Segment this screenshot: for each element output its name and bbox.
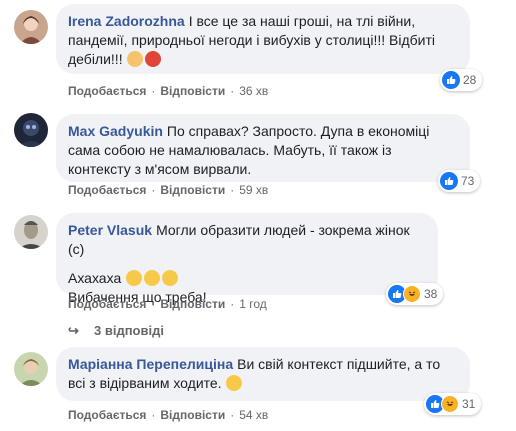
reaction-count[interactable]: 38 bbox=[386, 283, 444, 305]
reply-link[interactable]: Відповісти bbox=[160, 297, 225, 311]
comment-author[interactable]: Маріанна Перепелиціна bbox=[68, 356, 233, 372]
comment-author[interactable]: Irena Zadorozhna bbox=[68, 13, 185, 29]
like-icon bbox=[442, 71, 460, 89]
reply-link[interactable]: Відповісти bbox=[160, 84, 225, 98]
comment-actions: Подобається · Відповісти · 54 хв bbox=[68, 408, 269, 422]
comment-bubble: Irena Zadorozhna І все це за наші гроші, … bbox=[56, 4, 470, 74]
avatar[interactable] bbox=[14, 352, 48, 386]
grinning-face-emoji bbox=[144, 270, 161, 286]
comment-bubble: Max Gadyukin По справах? Запросто. Дупа в… bbox=[56, 114, 470, 182]
like-icon bbox=[440, 172, 458, 190]
comment-actions: Подобається · Відповісти · 36 хв bbox=[68, 84, 269, 98]
like-link[interactable]: Подобається bbox=[68, 183, 146, 197]
avatar[interactable] bbox=[14, 113, 48, 147]
reaction-number: 28 bbox=[463, 73, 477, 87]
grinning-face-emoji bbox=[162, 270, 179, 286]
like-link[interactable]: Подобається bbox=[68, 84, 146, 98]
smiling-face-emoji bbox=[226, 375, 243, 391]
reaction-count[interactable]: 28 bbox=[440, 69, 483, 91]
haha-icon bbox=[403, 285, 421, 303]
like-link[interactable]: Подобається bbox=[68, 297, 146, 311]
comment-time[interactable]: 54 хв bbox=[239, 408, 268, 422]
avatar[interactable] bbox=[14, 215, 48, 249]
woman-facepalm-emoji bbox=[127, 51, 144, 67]
comment-text-line-2: Ахахаха bbox=[68, 270, 122, 286]
reaction-number: 38 bbox=[424, 287, 438, 301]
reply-link[interactable]: Відповісти bbox=[160, 183, 225, 197]
view-replies-label: 3 відповіді bbox=[94, 323, 164, 338]
reaction-count[interactable]: 73 bbox=[438, 170, 481, 192]
reaction-count[interactable]: 31 bbox=[424, 393, 482, 415]
avatar[interactable] bbox=[14, 10, 48, 44]
comment-actions: Подобається · Відповісти · 59 хв bbox=[68, 183, 269, 197]
comment-bubble: Peter Vlasuk Могли образити людей - зокре… bbox=[56, 213, 438, 305]
comment-actions: Подобається · Відповісти · 1 год bbox=[68, 297, 267, 311]
reply-arrow-icon: ↪ bbox=[68, 323, 79, 338]
comment-bubble: Маріанна Перепелиціна Ви свій контекст пі… bbox=[56, 347, 470, 401]
comment-time[interactable]: 1 год bbox=[239, 297, 267, 311]
comment-time[interactable]: 59 хв bbox=[239, 183, 268, 197]
view-replies-link[interactable]: ↪ 3 відповіді bbox=[68, 323, 164, 339]
comment-author[interactable]: Max Gadyukin bbox=[68, 123, 163, 139]
reaction-number: 73 bbox=[461, 174, 475, 188]
reply-link[interactable]: Відповісти bbox=[160, 408, 225, 422]
haha-icon bbox=[441, 395, 459, 413]
like-link[interactable]: Подобається bbox=[68, 408, 146, 422]
comment-time[interactable]: 36 хв bbox=[239, 84, 268, 98]
reaction-number: 31 bbox=[462, 397, 476, 411]
grinning-face-emoji bbox=[126, 270, 143, 286]
comment-author[interactable]: Peter Vlasuk bbox=[68, 222, 152, 238]
angry-face-emoji bbox=[145, 51, 162, 67]
